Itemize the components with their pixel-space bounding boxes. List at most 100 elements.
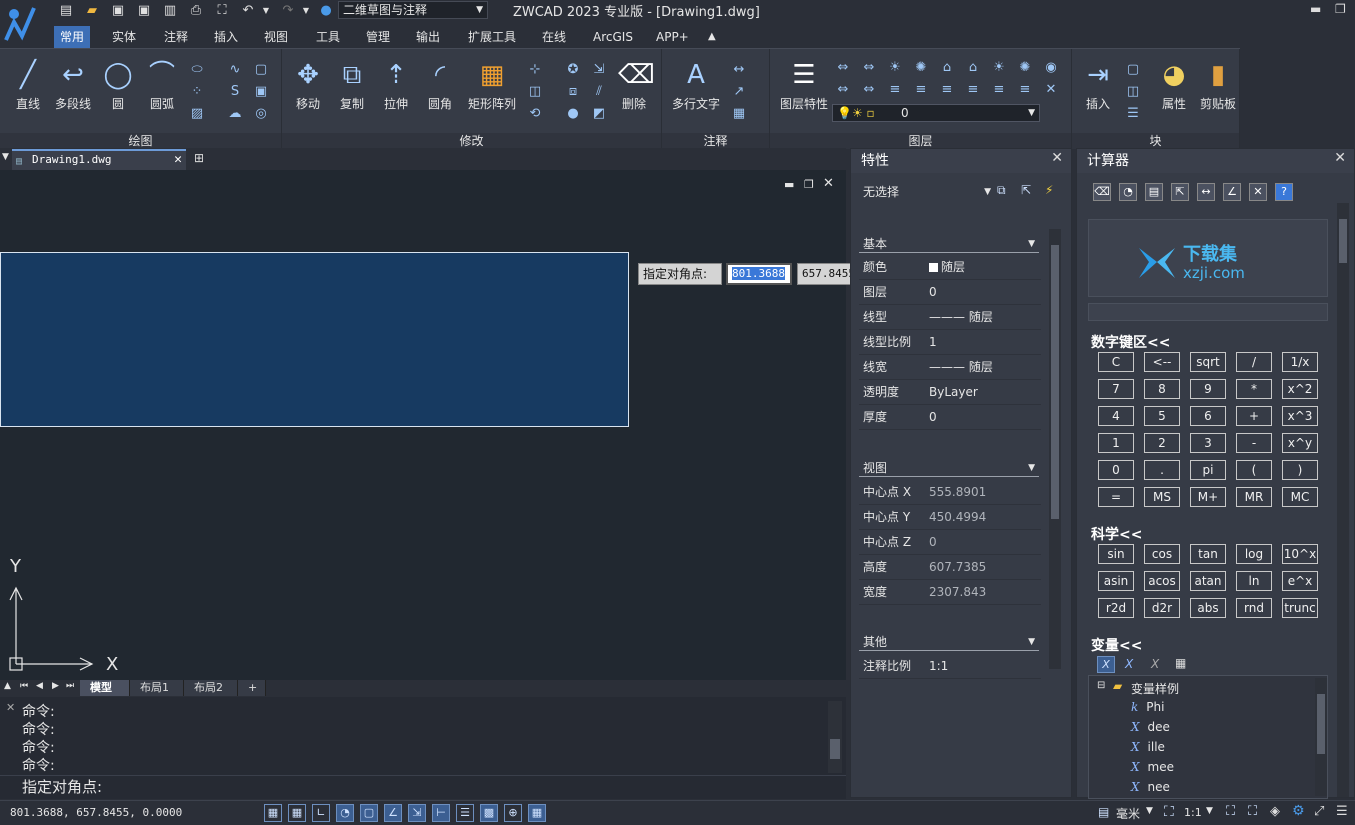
- selection-cycling-icon[interactable]: ⊕: [504, 804, 522, 822]
- lineweight-icon[interactable]: ☰: [456, 804, 474, 822]
- layout-up-icon[interactable]: ▲: [4, 681, 11, 691]
- prop-row-annoscale[interactable]: 注释比例 1:1: [859, 654, 1041, 679]
- variable-item[interactable]: Xmee: [1131, 760, 1174, 774]
- variable-group[interactable]: 变量样例: [1131, 680, 1179, 697]
- new-icon[interactable]: ▤: [58, 3, 74, 19]
- save-as-icon[interactable]: ▣: [136, 3, 152, 19]
- history-icon[interactable]: ◔: [1119, 183, 1137, 201]
- dyn-icon[interactable]: ⊢: [432, 804, 450, 822]
- copy-icon[interactable]: ▥: [162, 3, 178, 19]
- point-icon[interactable]: ⁘: [188, 83, 206, 101]
- variable-item[interactable]: k Phi: [1131, 700, 1164, 714]
- layer-tool-11-icon[interactable]: ⇔: [860, 81, 878, 99]
- minimize-icon[interactable]: ▬: [1310, 2, 1321, 16]
- tab-annotate[interactable]: 注释: [158, 26, 194, 48]
- calculator-input[interactable]: [1088, 303, 1328, 321]
- transparency-icon[interactable]: ▩: [480, 804, 498, 822]
- polar-icon[interactable]: ◔: [336, 804, 354, 822]
- calc-key[interactable]: C: [1098, 352, 1134, 372]
- viewport-restore-icon[interactable]: ❐: [804, 178, 814, 191]
- tab-online[interactable]: 在线: [536, 26, 572, 48]
- trim-icon[interactable]: ⊹: [526, 61, 544, 79]
- fillet-button[interactable]: ◜ 圆角: [418, 59, 462, 112]
- tab-insert[interactable]: 插入: [208, 26, 244, 48]
- calc-key[interactable]: 7: [1098, 379, 1134, 399]
- prop-row-ltscale[interactable]: 线型比例 1: [859, 330, 1041, 355]
- command-scrollbar[interactable]: [828, 701, 842, 773]
- block-tool-2-icon[interactable]: ◫: [1124, 83, 1142, 101]
- layout-tab-2[interactable]: 布局2: [184, 680, 238, 696]
- layer-tool-2-icon[interactable]: ⇔: [860, 59, 878, 77]
- layer-tool-16-icon[interactable]: ≡: [990, 81, 1008, 99]
- mtext-button[interactable]: A 多行文字: [668, 59, 724, 112]
- prop-row-color[interactable]: 颜色 随层: [859, 255, 1041, 280]
- layout-next-icon[interactable]: ▶: [52, 681, 59, 691]
- angle-icon[interactable]: ∠: [1223, 183, 1241, 201]
- block-tool-3-icon[interactable]: ☰: [1124, 105, 1142, 123]
- insert-block-button[interactable]: ⇥ 插入: [1076, 59, 1120, 112]
- calc-key[interactable]: *: [1236, 379, 1272, 399]
- calc-key[interactable]: sin: [1098, 544, 1134, 564]
- distance-icon[interactable]: ↔: [1197, 183, 1215, 201]
- ducs-icon[interactable]: ⇲: [408, 804, 426, 822]
- calc-key[interactable]: sqrt: [1190, 352, 1226, 372]
- grid-icon[interactable]: ▦: [288, 804, 306, 822]
- dynamic-input-x[interactable]: 801.3688: [726, 263, 792, 285]
- section-basic[interactable]: 基本 ▼: [859, 235, 1039, 253]
- ellipse-icon[interactable]: ⬭: [188, 61, 206, 79]
- calc-key[interactable]: M+: [1190, 487, 1226, 507]
- calc-key[interactable]: (: [1236, 460, 1272, 480]
- mirror-icon[interactable]: ◫: [526, 83, 544, 101]
- save-icon[interactable]: ▣: [110, 3, 126, 19]
- help-icon[interactable]: ●: [318, 3, 334, 19]
- layer-tool-13-icon[interactable]: ≡: [912, 81, 930, 99]
- ribbon-minimize-icon[interactable]: ▲: [702, 26, 722, 48]
- tab-app[interactable]: APP+: [650, 26, 695, 48]
- calc-key[interactable]: r2d: [1098, 598, 1134, 618]
- offset-icon[interactable]: ⧈: [564, 83, 582, 101]
- collapse-icon[interactable]: ⊟: [1097, 680, 1105, 691]
- layer-tool-7-icon[interactable]: ☀: [990, 59, 1008, 77]
- calc-key[interactable]: cos: [1144, 544, 1180, 564]
- ortho-icon[interactable]: ∟: [312, 804, 330, 822]
- tab-home[interactable]: 常用: [54, 26, 91, 48]
- layer-tool-9-icon[interactable]: ◉: [1042, 59, 1060, 77]
- scale-value[interactable]: 1:1: [1184, 806, 1202, 819]
- open-icon[interactable]: ▰: [84, 3, 100, 19]
- close-icon[interactable]: ✕: [174, 151, 182, 169]
- calc-key[interactable]: tan: [1190, 544, 1226, 564]
- prop-row-layer[interactable]: 图层 0: [859, 280, 1041, 305]
- print-icon[interactable]: ⎙: [188, 3, 204, 19]
- settings-icon[interactable]: ⚙: [1292, 803, 1305, 819]
- rectangle-icon[interactable]: ▢: [252, 61, 270, 79]
- prop-row-transparency[interactable]: 透明度 ByLayer: [859, 380, 1041, 405]
- annotation-visibility-icon[interactable]: ⛶: [1226, 804, 1235, 819]
- calc-key[interactable]: =: [1098, 487, 1134, 507]
- chamfer-icon[interactable]: ◩: [590, 105, 608, 123]
- workspace-switch-icon[interactable]: ◈: [1270, 804, 1280, 819]
- prop-row-thickness[interactable]: 厚度 0: [859, 405, 1041, 430]
- calc-key[interactable]: 10^x: [1282, 544, 1318, 564]
- pick-point-icon[interactable]: ⇱: [1171, 183, 1189, 201]
- spline-icon[interactable]: ∿: [226, 61, 244, 79]
- break-icon[interactable]: ⫽: [590, 83, 608, 101]
- tab-manage[interactable]: 管理: [360, 26, 396, 48]
- revcloud-icon[interactable]: S: [226, 83, 244, 101]
- section-view[interactable]: 视图 ▼: [859, 459, 1039, 477]
- layer-tool-3-icon[interactable]: ☀: [886, 59, 904, 77]
- calc-key[interactable]: d2r: [1144, 598, 1180, 618]
- calculator-grid-icon[interactable]: ▦: [1175, 656, 1186, 670]
- section-misc[interactable]: 其他 ▼: [859, 633, 1039, 651]
- tab-arcgis[interactable]: ArcGIS: [587, 26, 639, 48]
- calc-key[interactable]: 2: [1144, 433, 1180, 453]
- viewport-minimize-icon[interactable]: ▬: [784, 178, 794, 191]
- dimension-icon[interactable]: ↔: [730, 61, 748, 79]
- chevron-down-icon[interactable]: ▼: [1146, 806, 1153, 816]
- tab-output[interactable]: 输出: [410, 26, 446, 48]
- close-icon[interactable]: ✕: [1051, 150, 1063, 166]
- calc-key[interactable]: /: [1236, 352, 1272, 372]
- calc-key[interactable]: abs: [1190, 598, 1226, 618]
- tab-extensions[interactable]: 扩展工具: [462, 26, 522, 48]
- calculator-scrollbar[interactable]: [1337, 203, 1349, 797]
- region-icon[interactable]: ▣: [252, 83, 270, 101]
